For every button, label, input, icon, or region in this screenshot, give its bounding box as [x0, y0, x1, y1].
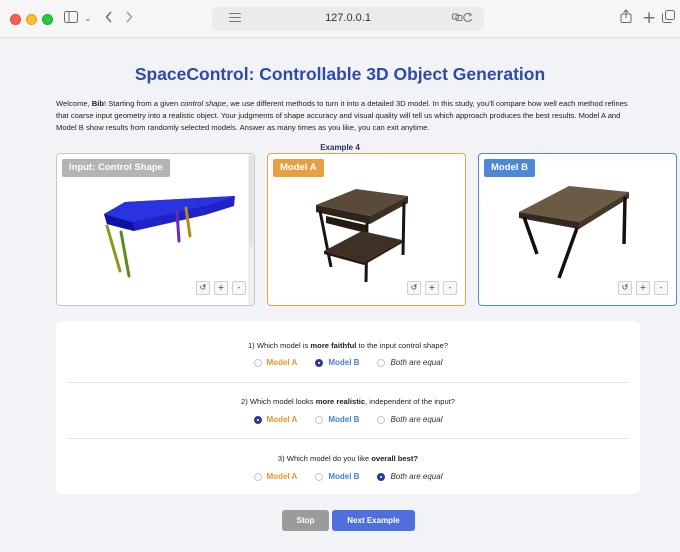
q3-option-both-equal[interactable]: Both are equal: [377, 472, 442, 481]
zoom-in-button[interactable]: +: [636, 281, 650, 295]
divider: [68, 382, 628, 383]
question-2-options: Model A Model B Both are equal: [56, 415, 640, 424]
question-1-options: Model A Model B Both are equal: [56, 358, 640, 367]
share-icon[interactable]: [620, 8, 632, 28]
page-title: SpaceControl: Controllable 3D Object Gen…: [134, 64, 546, 84]
radio-unchecked[interactable]: [315, 415, 324, 424]
q3-option-model-a[interactable]: Model A: [253, 472, 297, 481]
radio-unchecked[interactable]: [377, 358, 386, 367]
address-bar[interactable]: 127.0.0.1: [212, 7, 484, 31]
back-icon[interactable]: [105, 8, 113, 28]
model-a-viewer[interactable]: Model A ↺ + -: [267, 153, 466, 306]
stop-button[interactable]: Stop: [282, 510, 329, 531]
rotate-reset-button[interactable]: ↺: [196, 281, 210, 295]
page-content: SpaceControl: Controllable 3D Object Gen…: [0, 38, 680, 552]
example-label: Example 4: [320, 143, 360, 152]
zoom-in-button[interactable]: +: [425, 281, 439, 295]
question-2: 2) Which model looks more realistic, ind…: [240, 397, 456, 406]
forward-icon[interactable]: [125, 8, 133, 28]
input-control-shape-viewer[interactable]: Input: Control Shape ↺ + -: [56, 153, 255, 306]
radio-unchecked[interactable]: [377, 415, 386, 424]
q2-option-both-equal[interactable]: Both are equal: [377, 415, 442, 424]
zoom-out-button[interactable]: -: [443, 281, 457, 295]
q1-option-both-equal[interactable]: Both are equal: [377, 358, 442, 367]
url-text: 127.0.0.1: [325, 12, 371, 24]
panel-label-model-a: Model A: [273, 159, 324, 177]
user-name: Bib: [91, 99, 104, 108]
panel-label-model-b: Model B: [484, 159, 535, 177]
zoom-in-button[interactable]: +: [214, 281, 228, 295]
survey-card: 1) Which model is more faithful to the i…: [56, 321, 640, 494]
minimize-window-button[interactable]: [26, 14, 37, 25]
divider: [68, 438, 628, 439]
chevron-down-icon[interactable]: ⌄: [84, 9, 92, 29]
q1-option-model-a[interactable]: Model A: [253, 358, 297, 367]
radio-checked[interactable]: [315, 358, 324, 367]
viewer-scrollbar[interactable]: [248, 154, 254, 305]
close-window-button[interactable]: [10, 14, 21, 25]
rotate-reset-button[interactable]: ↺: [407, 281, 421, 295]
zoom-out-button[interactable]: -: [654, 281, 668, 295]
radio-unchecked[interactable]: [315, 472, 324, 481]
zoom-out-button[interactable]: -: [232, 281, 246, 295]
question-3-options: Model A Model B Both are equal: [56, 472, 640, 481]
plus-icon[interactable]: +: [642, 8, 656, 28]
sidebar-icon[interactable]: [64, 8, 78, 28]
panel-label-input: Input: Control Shape: [62, 159, 170, 177]
radio-unchecked[interactable]: [253, 358, 262, 367]
next-example-button[interactable]: Next Example: [332, 510, 415, 531]
intro-text: Welcome, Bib! Starting from a given cont…: [56, 99, 628, 132]
model-b-viewer[interactable]: Model B ↺ + -: [478, 153, 677, 306]
tab-overview-icon[interactable]: [662, 8, 675, 28]
radio-checked[interactable]: [253, 415, 262, 424]
browser-toolbar: ⌄ 127.0.0.1 +: [0, 0, 680, 38]
question-3: 3) Which model do you like overall best?: [277, 454, 419, 463]
rotate-reset-button[interactable]: ↺: [618, 281, 632, 295]
question-1: 1) Which model is more faithful to the i…: [247, 341, 449, 350]
q1-option-model-b[interactable]: Model B: [315, 358, 359, 367]
reload-icon[interactable]: [452, 11, 474, 27]
q2-option-model-b[interactable]: Model B: [315, 415, 359, 424]
radio-checked[interactable]: [377, 472, 386, 481]
zoom-window-button[interactable]: [42, 14, 53, 25]
q3-option-model-b[interactable]: Model B: [315, 472, 359, 481]
q2-option-model-a[interactable]: Model A: [253, 415, 297, 424]
radio-unchecked[interactable]: [253, 472, 262, 481]
